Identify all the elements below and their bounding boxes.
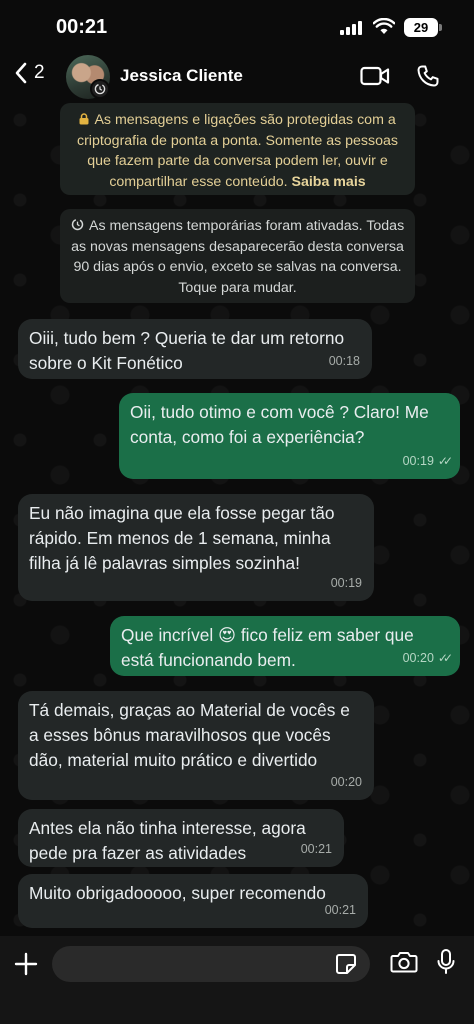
message-time: 00:18	[329, 349, 360, 374]
plus-icon[interactable]	[14, 952, 38, 976]
lock-icon	[79, 113, 89, 125]
chat-header: 2 Jessica Cliente	[0, 52, 474, 100]
battery-level: 29	[413, 20, 429, 35]
message-text: Oii, tudo otimo e com você ? Claro! Me c…	[130, 402, 429, 447]
wifi-icon	[373, 18, 395, 34]
timer-icon	[71, 218, 84, 231]
message-time: 00:20	[331, 770, 362, 795]
message-time: 00:21	[325, 898, 356, 923]
back-chevron-icon	[15, 62, 27, 84]
battery-cap	[439, 24, 442, 31]
read-ticks-icon: ✓✓	[437, 651, 453, 665]
timer-icon	[90, 79, 110, 99]
encryption-notice[interactable]: As mensagens e ligações são protegidas c…	[60, 103, 415, 195]
microphone-icon[interactable]	[436, 948, 456, 976]
learn-more-link[interactable]: Saiba mais	[292, 174, 366, 190]
read-ticks-icon: ✓✓	[437, 454, 453, 468]
temporary-messages-notice[interactable]: As mensagens temporárias foram ativadas.…	[60, 209, 415, 303]
message-time: 00:19 ✓✓	[402, 449, 453, 474]
message-bubble-outgoing[interactable]: Oii, tudo otimo e com você ? Claro! Me c…	[119, 393, 460, 479]
message-text: Oiii, tudo bem ? Queria te dar um retorn…	[29, 328, 345, 373]
message-bubble-incoming[interactable]: Eu não imagina que ela fosse pegar tão r…	[18, 494, 374, 601]
message-text: Que incrível 😍 fico feliz em saber que e…	[121, 625, 414, 670]
back-button[interactable]: 2	[14, 62, 45, 84]
camera-icon[interactable]	[390, 950, 418, 974]
message-text: Tá demais, graças ao Material de vocês e…	[29, 700, 350, 770]
message-time-value: 00:21	[324, 903, 356, 917]
sticker-icon[interactable]	[335, 953, 357, 975]
message-text: Antes ela não tinha interesse, agora ped…	[29, 818, 306, 863]
message-time-value: 00:19	[330, 576, 362, 590]
video-call-icon[interactable]	[360, 65, 390, 87]
status-bar: 00:21 29	[0, 0, 474, 52]
message-input[interactable]	[52, 946, 370, 982]
message-time-value: 00:19	[402, 454, 434, 468]
message-bubble-incoming[interactable]: Oiii, tudo bem ? Queria te dar um retorn…	[18, 319, 372, 379]
cellular-signal-icon	[340, 21, 364, 35]
unread-count: 2	[34, 62, 45, 83]
message-bubble-incoming[interactable]: Tá demais, graças ao Material de vocês e…	[18, 691, 374, 800]
message-bubble-incoming[interactable]: Muito obrigadooooo, super recomendo 00:2…	[18, 874, 368, 928]
message-bubble-incoming[interactable]: Antes ela não tinha interesse, agora ped…	[18, 809, 344, 867]
message-time-value: 00:21	[300, 842, 332, 856]
message-time: 00:20 ✓✓	[402, 646, 453, 671]
contact-name[interactable]: Jessica Cliente	[120, 66, 243, 86]
temporary-notice-text: As mensagens temporárias foram ativadas.…	[71, 218, 405, 296]
message-time-value: 00:20	[330, 775, 362, 789]
message-time: 00:21	[301, 837, 332, 862]
message-text: Muito obrigadooooo, super recomendo	[29, 883, 326, 903]
phone-icon[interactable]	[416, 64, 440, 88]
message-text: Eu não imagina que ela fosse pegar tão r…	[29, 503, 335, 573]
message-bubble-outgoing[interactable]: Que incrível 😍 fico feliz em saber que e…	[110, 616, 460, 676]
message-composer	[0, 936, 474, 1024]
message-time-value: 00:18	[328, 354, 360, 368]
message-time-value: 00:20	[402, 651, 434, 665]
status-time: 00:21	[56, 16, 108, 38]
battery-indicator: 29	[404, 18, 438, 37]
message-time: 00:19	[331, 571, 362, 596]
